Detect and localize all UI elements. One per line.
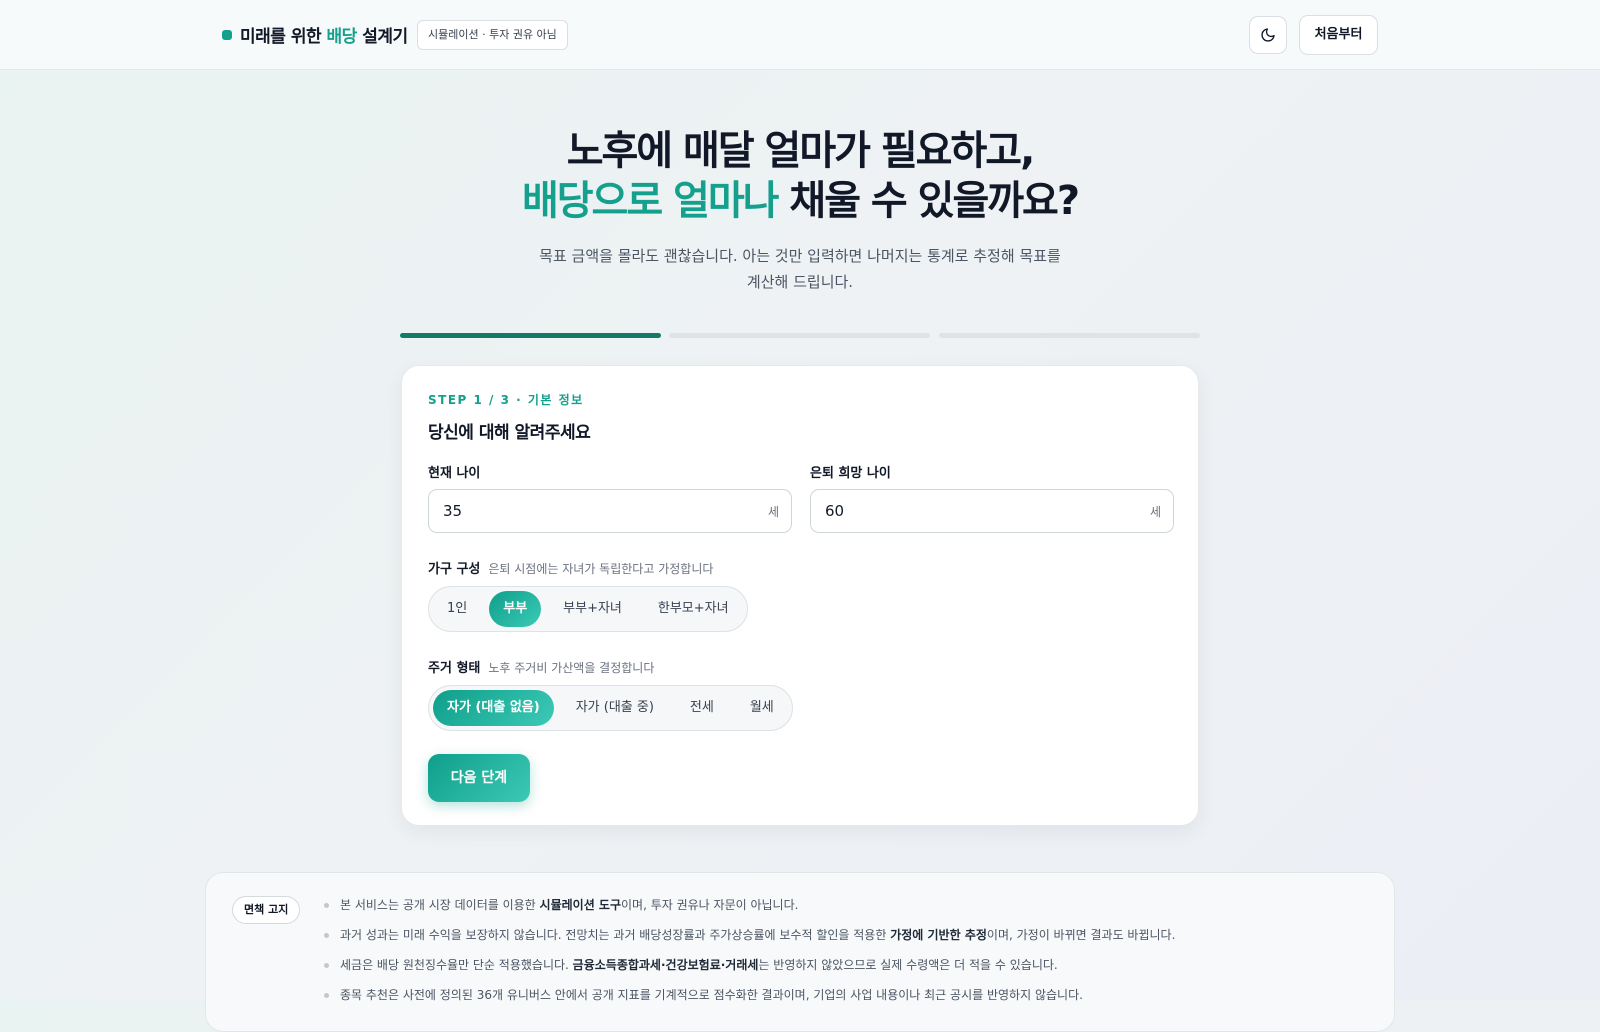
theme-toggle-button[interactable] xyxy=(1249,16,1287,54)
disclaimer-emphasis: 가정에 기반한 추정 xyxy=(890,928,987,942)
disclaimer-list: 본 서비스는 공개 시장 데이터를 이용한 시뮬레이션 도구이며, 투자 권유나… xyxy=(324,895,1384,1015)
retire-age-input[interactable] xyxy=(812,491,1132,531)
housing-label-text: 주거 형태 xyxy=(428,661,481,676)
top-header: 미래를 위한 배당 설계기 시뮬레이션 · 투자 권유 아님 처음부터 xyxy=(0,0,1600,70)
moon-icon xyxy=(1261,28,1275,42)
disclaimer-emphasis: 시뮬레이션 도구 xyxy=(539,898,621,912)
current-age-input[interactable] xyxy=(430,491,750,531)
household-option-couple[interactable]: 부부 xyxy=(489,591,542,627)
retire-age-label: 은퇴 희망 나이 xyxy=(810,466,891,481)
progress-step-1 xyxy=(400,333,661,338)
logo-icon xyxy=(222,30,232,40)
current-age-field[interactable]: 세 xyxy=(428,489,792,533)
housing-option-own-loan[interactable]: 자가 (대출 중) xyxy=(562,690,668,726)
reset-button[interactable]: 처음부터 xyxy=(1299,15,1378,55)
hero-title-line1: 노후에 매달 얼마가 필요하고, xyxy=(566,128,1036,174)
brand-suffix: 설계기 xyxy=(362,27,408,47)
current-age-label: 현재 나이 xyxy=(428,466,481,481)
step-label: STEP 1 / 3 · 기본 정보 xyxy=(428,393,584,407)
household-selector: 1인 부부 부부+자녀 한부모+자녀 xyxy=(428,586,748,632)
progress-step-2 xyxy=(669,333,930,338)
disclaimer-text: 본 서비스는 공개 시장 데이터를 이용한 xyxy=(340,898,540,912)
disclaimer-item: 세금은 배당 원천징수율만 단순 적용했습니다. 금융소득종합과세·건강보험료·… xyxy=(324,955,1384,985)
household-option-single-parent[interactable]: 한부모+자녀 xyxy=(644,591,743,627)
hero-title-line2: 배당으로 얼마나 채울 수 있을까요? xyxy=(400,176,1200,226)
disclaimer-text: 이며, 가정이 바뀌면 결과도 바뀝니다. xyxy=(986,928,1176,942)
disclaimer-text: 과거 성과는 미래 수익을 보장하지 않습니다. 전망치는 과거 배당성장률과 … xyxy=(340,928,891,942)
retire-age-unit: 세 xyxy=(1149,505,1161,519)
progress-step-3 xyxy=(939,333,1200,338)
disclaimer-text: 세금은 배당 원천징수율만 단순 적용했습니다. xyxy=(340,958,573,972)
household-label-text: 가구 구성 xyxy=(428,562,481,577)
brand-title[interactable]: 미래를 위한 배당 설계기 xyxy=(240,22,408,47)
housing-option-own-no-loan[interactable]: 자가 (대출 없음) xyxy=(433,690,554,726)
housing-selector: 자가 (대출 없음) 자가 (대출 중) 전세 월세 xyxy=(428,685,793,731)
form-title: 당신에 대해 알려주세요 xyxy=(428,423,591,443)
hero-title: 노후에 매달 얼마가 필요하고, 배당으로 얼마나 채울 수 있을까요? xyxy=(400,126,1200,226)
simulation-badge: 시뮬레이션 · 투자 권유 아님 xyxy=(417,20,568,50)
current-age-unit: 세 xyxy=(767,505,779,519)
brand-prefix: 미래를 위한 xyxy=(240,27,322,47)
housing-hint: 노후 주거비 가산액을 결정합니다 xyxy=(488,661,655,675)
disclaimer-item: 과거 성과는 미래 수익을 보장하지 않습니다. 전망치는 과거 배당성장률과 … xyxy=(324,925,1384,955)
housing-option-monthly-rent[interactable]: 월세 xyxy=(736,690,788,726)
household-label: 가구 구성 은퇴 시점에는 자녀가 독립한다고 가정합니다 xyxy=(428,558,713,577)
next-step-button[interactable]: 다음 단계 xyxy=(428,754,530,802)
step-form-card: STEP 1 / 3 · 기본 정보 당신에 대해 알려주세요 현재 나이 세 … xyxy=(401,365,1199,826)
disclaimer-badge: 면책 고지 xyxy=(232,896,301,924)
hero-subtitle: 목표 금액을 몰라도 괜찮습니다. 아는 것만 입력하면 나머지는 통계로 추정… xyxy=(530,243,1070,295)
hero-title-accent: 배당으로 얼마나 xyxy=(521,178,780,224)
housing-label: 주거 형태 노후 주거비 가산액을 결정합니다 xyxy=(428,657,654,676)
household-option-couple-children[interactable]: 부부+자녀 xyxy=(549,591,636,627)
disclaimer-text: 는 반영하지 않았으므로 실제 수령액은 더 적을 수 있습니다. xyxy=(758,958,1058,972)
brand-accent: 배당 xyxy=(326,27,358,47)
hero-title-rest: 채울 수 있을까요? xyxy=(789,178,1080,224)
hero-subtitle-line2: 계산해 드립니다. xyxy=(746,273,854,291)
disclaimer-item: 본 서비스는 공개 시장 데이터를 이용한 시뮬레이션 도구이며, 투자 권유나… xyxy=(324,895,1384,925)
housing-option-jeonse[interactable]: 전세 xyxy=(676,690,728,726)
household-option-single[interactable]: 1인 xyxy=(433,591,481,627)
household-hint: 은퇴 시점에는 자녀가 독립한다고 가정합니다 xyxy=(488,562,714,576)
retire-age-field[interactable]: 세 xyxy=(810,489,1174,533)
disclaimer-emphasis: 금융소득종합과세·건강보험료·거래세 xyxy=(572,958,759,972)
disclaimer-panel: 면책 고지 본 서비스는 공개 시장 데이터를 이용한 시뮬레이션 도구이며, … xyxy=(205,872,1395,1032)
hero-subtitle-line1: 목표 금액을 몰라도 괜찮습니다. 아는 것만 입력하면 나머지는 통계로 추정… xyxy=(539,247,1061,265)
disclaimer-item: 종목 추천은 사전에 정의된 36개 유니버스 안에서 공개 지표를 기계적으로… xyxy=(324,985,1384,1015)
disclaimer-text: 이며, 투자 권유나 자문이 아닙니다. xyxy=(621,898,799,912)
